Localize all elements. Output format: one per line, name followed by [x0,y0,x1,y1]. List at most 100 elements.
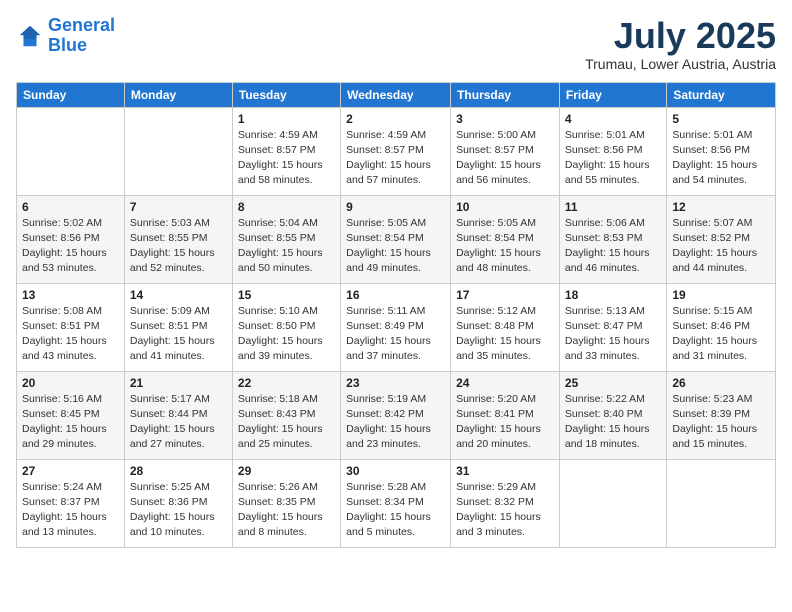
calendar-cell: 12 Sunrise: 5:07 AMSunset: 8:52 PMDayligh… [667,195,776,283]
day-info: Sunrise: 5:02 AMSunset: 8:56 PMDaylight:… [22,216,119,277]
calendar-week-row: 27 Sunrise: 5:24 AMSunset: 8:37 PMDayligh… [17,459,776,547]
day-number: 1 [238,112,335,126]
day-number: 5 [672,112,770,126]
day-number: 7 [130,200,227,214]
day-number: 28 [130,464,227,478]
day-number: 26 [672,376,770,390]
day-number: 11 [565,200,661,214]
day-number: 16 [346,288,445,302]
calendar-cell: 21 Sunrise: 5:17 AMSunset: 8:44 PMDayligh… [124,371,232,459]
calendar-cell: 24 Sunrise: 5:20 AMSunset: 8:41 PMDayligh… [451,371,560,459]
calendar-cell [124,107,232,195]
calendar-cell: 19 Sunrise: 5:15 AMSunset: 8:46 PMDayligh… [667,283,776,371]
calendar-cell: 8 Sunrise: 5:04 AMSunset: 8:55 PMDaylight… [232,195,340,283]
day-info: Sunrise: 5:07 AMSunset: 8:52 PMDaylight:… [672,216,770,277]
logo-icon [16,22,44,50]
day-info: Sunrise: 5:15 AMSunset: 8:46 PMDaylight:… [672,304,770,365]
calendar-cell: 7 Sunrise: 5:03 AMSunset: 8:55 PMDaylight… [124,195,232,283]
calendar-week-row: 6 Sunrise: 5:02 AMSunset: 8:56 PMDaylight… [17,195,776,283]
day-info: Sunrise: 5:13 AMSunset: 8:47 PMDaylight:… [565,304,661,365]
calendar-cell: 23 Sunrise: 5:19 AMSunset: 8:42 PMDayligh… [341,371,451,459]
day-number: 12 [672,200,770,214]
title-block: July 2025 Trumau, Lower Austria, Austria [585,16,776,72]
calendar-cell: 18 Sunrise: 5:13 AMSunset: 8:47 PMDayligh… [559,283,666,371]
day-number: 3 [456,112,554,126]
calendar-cell: 29Sunrise: 5:26 AMSunset: 8:35 PMDayligh… [232,459,340,547]
day-number: 14 [130,288,227,302]
day-info: Sunrise: 5:11 AMSunset: 8:49 PMDaylight:… [346,304,445,365]
day-number: 6 [22,200,119,214]
day-info: Sunrise: 5:12 AMSunset: 8:48 PMDaylight:… [456,304,554,365]
day-info: Sunrise: 5:05 AMSunset: 8:54 PMDaylight:… [346,216,445,277]
calendar-cell: 3 Sunrise: 5:00 AMSunset: 8:57 PMDaylight… [451,107,560,195]
day-info: Sunrise: 5:03 AMSunset: 8:55 PMDaylight:… [130,216,227,277]
weekday-header-friday: Friday [559,82,666,107]
calendar-cell: 25 Sunrise: 5:22 AMSunset: 8:40 PMDayligh… [559,371,666,459]
day-number: 20 [22,376,119,390]
location-subtitle: Trumau, Lower Austria, Austria [585,56,776,72]
logo: General Blue [16,16,115,56]
weekday-header-sunday: Sunday [17,82,125,107]
calendar-cell: 6 Sunrise: 5:02 AMSunset: 8:56 PMDaylight… [17,195,125,283]
day-number: 30 [346,464,445,478]
day-info: Sunrise: 5:20 AMSunset: 8:41 PMDaylight:… [456,392,554,453]
day-number: 17 [456,288,554,302]
day-info: Sunrise: 5:24 AMSunset: 8:37 PMDaylight:… [22,480,119,541]
calendar-cell: 13 Sunrise: 5:08 AMSunset: 8:51 PMDayligh… [17,283,125,371]
day-number: 21 [130,376,227,390]
day-info: Sunrise: 5:09 AMSunset: 8:51 PMDaylight:… [130,304,227,365]
calendar-cell: 16 Sunrise: 5:11 AMSunset: 8:49 PMDayligh… [341,283,451,371]
weekday-header-tuesday: Tuesday [232,82,340,107]
day-info: Sunrise: 5:23 AMSunset: 8:39 PMDaylight:… [672,392,770,453]
day-number: 19 [672,288,770,302]
day-number: 24 [456,376,554,390]
page-header: General Blue July 2025 Trumau, Lower Aus… [16,16,776,72]
calendar-cell: 22 Sunrise: 5:18 AMSunset: 8:43 PMDayligh… [232,371,340,459]
calendar-cell: 17 Sunrise: 5:12 AMSunset: 8:48 PMDayligh… [451,283,560,371]
day-number: 9 [346,200,445,214]
logo-text: General Blue [48,16,115,56]
calendar-cell [17,107,125,195]
day-info: Sunrise: 5:19 AMSunset: 8:42 PMDaylight:… [346,392,445,453]
day-number: 4 [565,112,661,126]
calendar-cell: 5 Sunrise: 5:01 AMSunset: 8:56 PMDaylight… [667,107,776,195]
calendar-cell: 14 Sunrise: 5:09 AMSunset: 8:51 PMDayligh… [124,283,232,371]
day-info: Sunrise: 5:05 AMSunset: 8:54 PMDaylight:… [456,216,554,277]
calendar-cell: 26 Sunrise: 5:23 AMSunset: 8:39 PMDayligh… [667,371,776,459]
day-info: Sunrise: 4:59 AMSunset: 8:57 PMDaylight:… [346,128,445,189]
day-number: 23 [346,376,445,390]
day-info: Sunrise: 5:00 AMSunset: 8:57 PMDaylight:… [456,128,554,189]
day-info: Sunrise: 5:25 AMSunset: 8:36 PMDaylight:… [130,480,227,541]
day-info: Sunrise: 5:18 AMSunset: 8:43 PMDaylight:… [238,392,335,453]
weekday-header-monday: Monday [124,82,232,107]
weekday-header-wednesday: Wednesday [341,82,451,107]
day-number: 10 [456,200,554,214]
calendar-cell [559,459,666,547]
day-info: Sunrise: 5:28 AMSunset: 8:34 PMDaylight:… [346,480,445,541]
calendar-cell: 1 Sunrise: 4:59 AMSunset: 8:57 PMDaylight… [232,107,340,195]
day-info: Sunrise: 5:01 AMSunset: 8:56 PMDaylight:… [672,128,770,189]
day-number: 8 [238,200,335,214]
calendar-week-row: 13 Sunrise: 5:08 AMSunset: 8:51 PMDayligh… [17,283,776,371]
calendar-cell: 20Sunrise: 5:16 AMSunset: 8:45 PMDayligh… [17,371,125,459]
calendar-cell: 27 Sunrise: 5:24 AMSunset: 8:37 PMDayligh… [17,459,125,547]
day-info: Sunrise: 5:22 AMSunset: 8:40 PMDaylight:… [565,392,661,453]
calendar-cell: 9 Sunrise: 5:05 AMSunset: 8:54 PMDaylight… [341,195,451,283]
calendar-cell: 31Sunrise: 5:29 AMSunset: 8:32 PMDayligh… [451,459,560,547]
day-info: Sunrise: 5:17 AMSunset: 8:44 PMDaylight:… [130,392,227,453]
day-number: 27 [22,464,119,478]
day-number: 18 [565,288,661,302]
weekday-header-thursday: Thursday [451,82,560,107]
calendar-cell: 10 Sunrise: 5:05 AMSunset: 8:54 PMDayligh… [451,195,560,283]
day-info: Sunrise: 5:06 AMSunset: 8:53 PMDaylight:… [565,216,661,277]
day-info: Sunrise: 4:59 AMSunset: 8:57 PMDaylight:… [238,128,335,189]
day-number: 22 [238,376,335,390]
calendar-cell: 11 Sunrise: 5:06 AMSunset: 8:53 PMDayligh… [559,195,666,283]
day-number: 13 [22,288,119,302]
calendar-cell [667,459,776,547]
day-info: Sunrise: 5:08 AMSunset: 8:51 PMDaylight:… [22,304,119,365]
weekday-header-saturday: Saturday [667,82,776,107]
day-info: Sunrise: 5:04 AMSunset: 8:55 PMDaylight:… [238,216,335,277]
calendar-table: SundayMondayTuesdayWednesdayThursdayFrid… [16,82,776,548]
day-number: 25 [565,376,661,390]
